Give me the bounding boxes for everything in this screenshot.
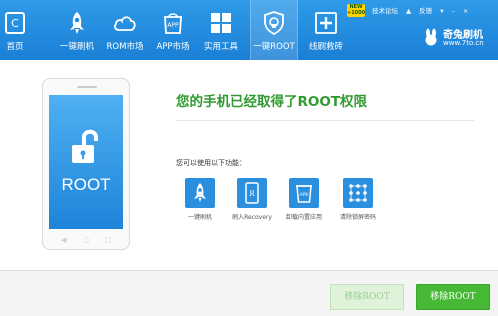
nav-home[interactable]: C 首页 xyxy=(0,0,30,60)
svg-text:APP: APP xyxy=(167,22,179,29)
menu-key-icon: □ xyxy=(105,236,112,244)
nav-app-market-label: APP市场 xyxy=(156,42,190,52)
rocket-icon xyxy=(70,12,84,34)
function-clear-lock-password[interactable]: 清除锁屏密码 xyxy=(334,178,382,226)
remove-root-button[interactable]: 移除ROOT xyxy=(416,284,490,310)
divider xyxy=(176,120,474,121)
function-onekey-flash[interactable]: 一键刷机 xyxy=(176,178,224,226)
top-toolbar: C 首页 一键刷机 ROM市场 APP APP市场 实用工具 一键ROOT 线刷… xyxy=(0,0,498,60)
system-links: 技术论坛 ▲ 反馈 ▾ – × xyxy=(372,5,474,15)
nav-line-flash[interactable]: 线刷救砖 xyxy=(306,0,346,60)
home-key-icon: ○ xyxy=(83,236,90,244)
nav-home-label: 首页 xyxy=(6,42,24,52)
phone-speaker xyxy=(77,86,97,88)
nav-onekey-flash-label: 一键刷机 xyxy=(59,42,94,52)
new-badge: NEW +1000 xyxy=(347,4,366,17)
function-label: 清除锁屏密码 xyxy=(339,214,376,221)
nav-onekey-flash[interactable]: 一键刷机 xyxy=(58,0,96,60)
rocket-icon xyxy=(185,178,215,208)
brick-rescue-icon xyxy=(315,12,337,34)
svg-text:R: R xyxy=(249,190,255,198)
unlocked-padlock-icon xyxy=(72,129,98,163)
phone-screen: ROOT xyxy=(49,95,123,229)
nav-rom-market-label: ROM市场 xyxy=(106,42,144,52)
close-button[interactable]: × xyxy=(463,7,468,15)
brand-url: www.7to.cn xyxy=(443,39,484,47)
nav-rom-market[interactable]: ROM市场 xyxy=(104,0,146,60)
nav-tools-label: 实用工具 xyxy=(203,42,238,52)
nav-app-market[interactable]: APP APP市场 xyxy=(152,0,194,60)
forum-link[interactable]: 技术论坛 xyxy=(372,7,398,15)
function-uninstall-apps[interactable]: APK 卸载内置应用 xyxy=(280,178,328,226)
back-key-icon: ◀ xyxy=(61,236,67,244)
feedback-link[interactable]: 反馈 xyxy=(419,7,432,15)
pattern-lock-icon xyxy=(343,178,373,208)
bottom-action-bar: 移除ROOT 移除ROOT xyxy=(0,270,498,316)
app-bag-icon: APP xyxy=(164,13,182,34)
svg-text:C: C xyxy=(11,17,19,30)
shirt-icon[interactable]: ▲ xyxy=(406,7,411,15)
root-shield-icon xyxy=(264,11,284,36)
nav-tools[interactable]: 实用工具 xyxy=(202,0,240,60)
phone-root-text: ROOT xyxy=(61,175,111,194)
apk-trash-icon: APK xyxy=(289,178,319,208)
svg-text:APK: APK xyxy=(300,192,310,198)
functions-subhead: 您可以使用以下功能： xyxy=(176,159,246,167)
nav-line-flash-label: 线刷救砖 xyxy=(308,42,343,52)
remove-root-button-disabled[interactable]: 移除ROOT xyxy=(330,284,404,310)
nav-onekey-root-label: 一键ROOT xyxy=(253,42,295,52)
rabbit-logo-icon xyxy=(425,28,437,46)
brand-logo-block: 奇兔刷机 www.7to.cn xyxy=(422,26,498,50)
phone-illustration: ROOT ◀ ○ □ xyxy=(42,78,130,250)
page-title: 您的手机已经取得了ROOT权限 xyxy=(176,94,368,110)
grid-icon xyxy=(211,13,231,33)
home-icon: C xyxy=(5,12,25,34)
phone-nav-keys: ◀ ○ □ xyxy=(43,236,129,246)
cloud-icon xyxy=(114,16,136,31)
minimize-button[interactable]: – xyxy=(452,7,455,15)
recovery-icon: R xyxy=(237,178,267,208)
nav-onekey-root[interactable]: 一键ROOT xyxy=(250,0,298,60)
function-flash-recovery[interactable]: R 刷入Recovery xyxy=(228,178,276,226)
dropdown-icon[interactable]: ▾ xyxy=(440,7,443,15)
